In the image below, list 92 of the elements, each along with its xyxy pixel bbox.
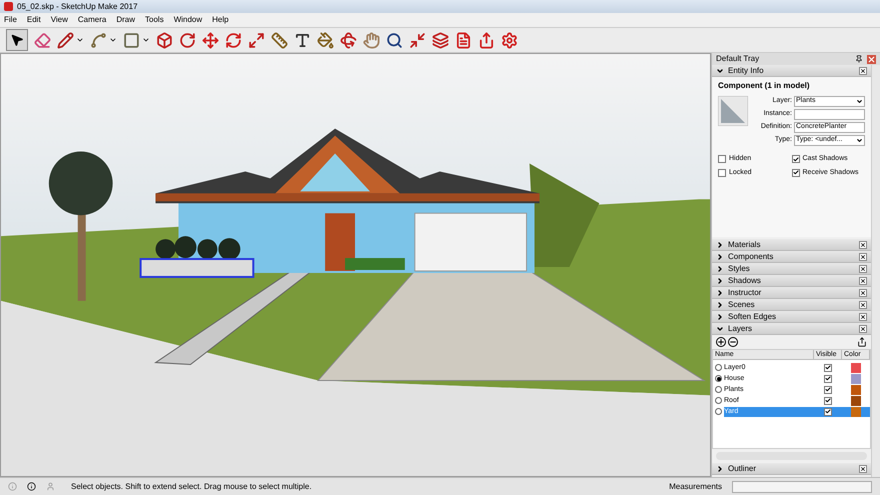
menu-item[interactable]: Window xyxy=(174,14,202,26)
caret-icon[interactable] xyxy=(142,36,150,44)
checkbox[interactable] xyxy=(718,168,726,177)
info-icon[interactable] xyxy=(27,482,36,491)
input-field[interactable] xyxy=(794,109,865,120)
menu-item[interactable]: Edit xyxy=(26,14,41,26)
checkbox[interactable] xyxy=(718,155,726,164)
panel-title: Entity Info xyxy=(728,64,765,76)
menu-item[interactable]: Help xyxy=(212,14,229,26)
entity-heading: Component (1 in model) xyxy=(718,80,811,92)
panel-title: Styles xyxy=(728,262,751,274)
zoom-extents-icon[interactable] xyxy=(409,32,426,48)
panel-title: Outliner xyxy=(728,462,758,474)
close-icon[interactable] xyxy=(859,252,867,260)
pencil-icon[interactable] xyxy=(57,32,74,48)
close-icon[interactable] xyxy=(859,276,867,284)
panel-header[interactable]: Styles xyxy=(712,263,871,275)
panel-title: Shadows xyxy=(728,274,762,286)
panel-header[interactable]: Entity Info xyxy=(712,65,871,77)
radio-button[interactable] xyxy=(715,386,722,393)
document-icon[interactable] xyxy=(455,32,472,48)
add-layer-icon[interactable] xyxy=(716,337,726,347)
radio-button[interactable] xyxy=(715,375,722,382)
close-icon[interactable] xyxy=(859,300,867,308)
window-title: 05_02.skp - SketchUp Make 2017 xyxy=(17,0,138,12)
layer-color-swatch[interactable] xyxy=(851,374,861,384)
panel-title: Layers xyxy=(728,322,754,334)
layer-color-swatch[interactable] xyxy=(851,396,861,406)
hand-icon[interactable] xyxy=(363,32,380,48)
tray-title: Default Tray xyxy=(716,53,760,65)
vertical-scrollbar[interactable] xyxy=(871,65,880,477)
radio-button[interactable] xyxy=(715,408,722,415)
panel-header[interactable]: Shadows xyxy=(712,275,871,287)
close-icon[interactable] xyxy=(859,464,867,472)
move-icon[interactable] xyxy=(202,32,219,48)
panel-header[interactable]: Outliner xyxy=(712,463,871,475)
close-icon[interactable] xyxy=(859,288,867,296)
close-icon[interactable] xyxy=(859,264,867,272)
checkbox[interactable] xyxy=(824,374,832,382)
close-icon[interactable] xyxy=(859,324,867,332)
eraser-icon[interactable] xyxy=(34,32,51,48)
orbit-icon[interactable] xyxy=(340,32,357,48)
component-thumbnail-icon xyxy=(718,96,748,126)
layer-color-swatch[interactable] xyxy=(851,362,861,372)
pin-icon[interactable] xyxy=(855,55,863,63)
arc-icon[interactable] xyxy=(90,32,107,48)
close-icon[interactable] xyxy=(859,240,867,248)
menu-item[interactable]: View xyxy=(50,14,68,26)
rectangle-icon[interactable] xyxy=(123,32,140,48)
menu-item[interactable]: Tools xyxy=(145,14,164,26)
measurements-field[interactable] xyxy=(732,480,872,492)
close-icon[interactable] xyxy=(859,66,867,74)
panel-header[interactable]: Scenes xyxy=(712,299,871,311)
panel-title: Components xyxy=(728,250,774,262)
layer-color-swatch[interactable] xyxy=(851,384,861,394)
panel-title: Instructor xyxy=(728,286,762,298)
caret-icon[interactable] xyxy=(76,36,84,44)
panel-title: Scenes xyxy=(728,298,756,310)
checkbox[interactable] xyxy=(824,396,832,404)
panel-title: Materials xyxy=(728,238,762,250)
rotate-icon[interactable] xyxy=(225,32,242,48)
panel-header[interactable]: Components xyxy=(712,251,871,263)
pointer-icon xyxy=(10,33,24,47)
paint-bucket-icon[interactable] xyxy=(317,32,334,48)
app-logo-icon xyxy=(4,2,13,11)
status-message: Select objects. Shift to extend select. Drag mouse to select multiple. xyxy=(71,480,312,492)
caret-icon[interactable] xyxy=(109,36,117,44)
layer-color-swatch[interactable] xyxy=(851,406,861,416)
panel-header[interactable]: Layers xyxy=(712,323,871,335)
text-icon[interactable] xyxy=(294,32,311,48)
zoom-icon[interactable] xyxy=(386,32,403,48)
scale-icon[interactable] xyxy=(248,32,265,48)
panel-header[interactable]: Instructor xyxy=(712,287,871,299)
panel-title: Soften Edges xyxy=(728,310,778,322)
tape-measure-icon[interactable] xyxy=(271,32,288,48)
radio-button[interactable] xyxy=(715,364,722,371)
close-icon[interactable] xyxy=(859,312,867,320)
panel-header[interactable]: Materials xyxy=(712,239,871,251)
checkbox[interactable] xyxy=(792,168,800,177)
menu-item[interactable]: Draw xyxy=(116,14,136,26)
remove-layer-icon[interactable] xyxy=(728,337,738,347)
checkbox[interactable] xyxy=(792,155,800,164)
menu-item[interactable]: Camera xyxy=(78,14,106,26)
checkbox[interactable] xyxy=(824,408,832,416)
share-icon[interactable] xyxy=(478,32,495,48)
select-tool-button[interactable] xyxy=(6,29,28,51)
menu-item[interactable]: File xyxy=(4,14,17,26)
radio-button[interactable] xyxy=(715,397,722,404)
measurements-label: Measurements xyxy=(669,480,722,492)
panel-header[interactable]: Soften Edges xyxy=(712,311,871,323)
checkbox[interactable] xyxy=(824,364,832,372)
checkbox[interactable] xyxy=(824,386,832,394)
